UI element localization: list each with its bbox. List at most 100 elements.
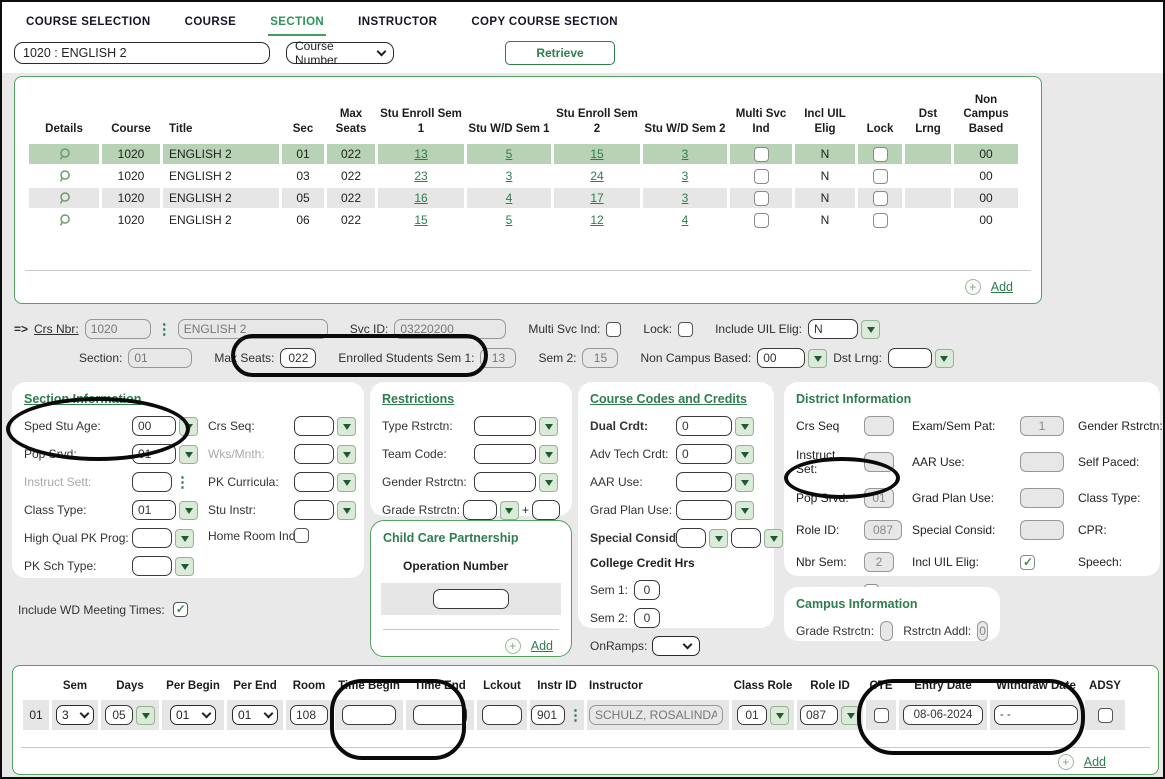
pk-sch-type-field[interactable] xyxy=(132,556,172,576)
cte-checkbox[interactable] xyxy=(874,708,889,723)
dropdown-arrow-icon[interactable] xyxy=(861,320,880,339)
dropdown-arrow-icon[interactable] xyxy=(175,529,194,548)
dropdown-arrow-icon[interactable] xyxy=(136,706,155,725)
role-id-field[interactable] xyxy=(800,705,838,725)
section-row-03[interactable]: 1020 ENGLISH 2 03 022 23 3 24 3 N 00 xyxy=(29,166,1041,186)
crs-seq-field[interactable] xyxy=(294,416,334,436)
details-magnifier-icon[interactable] xyxy=(57,213,72,228)
lock-checkbox[interactable] xyxy=(873,147,888,162)
dropdown-arrow-icon[interactable] xyxy=(764,529,783,548)
details-magnifier-icon[interactable] xyxy=(57,169,72,184)
section-row-06[interactable]: 1020 ENGLISH 2 06 022 15 5 12 4 N 00 xyxy=(29,210,1041,230)
multi-svc-checkbox[interactable] xyxy=(754,147,769,162)
dual-crdt-field[interactable] xyxy=(676,416,732,436)
dropdown-arrow-icon[interactable] xyxy=(935,349,954,368)
pop-srvd-field[interactable] xyxy=(132,444,176,464)
tab-section[interactable]: SECTION xyxy=(268,14,326,36)
add-meeting-link[interactable]: + Add xyxy=(1058,754,1106,770)
stu-wd-sem1-link[interactable]: 3 xyxy=(506,169,513,183)
dropdown-arrow-icon[interactable] xyxy=(500,501,519,520)
high-qual-pk-prog-field[interactable] xyxy=(132,528,172,548)
stu-wd-sem1-link[interactable]: 5 xyxy=(506,213,513,227)
stu-instr-field[interactable] xyxy=(294,500,334,520)
room-field[interactable] xyxy=(290,705,328,725)
dropdown-arrow-icon[interactable] xyxy=(179,445,198,464)
onramps-select[interactable] xyxy=(652,636,700,656)
instruct-sett-field[interactable] xyxy=(132,472,172,492)
withdraw-date-field[interactable] xyxy=(994,705,1078,725)
sped-stu-age-field[interactable] xyxy=(132,416,176,436)
instr-id-field[interactable] xyxy=(531,705,565,725)
adv-tech-crdt-field[interactable] xyxy=(676,444,732,464)
dropdown-arrow-icon[interactable] xyxy=(337,501,356,520)
dropdown-arrow-icon[interactable] xyxy=(337,417,356,436)
lock-checkbox[interactable] xyxy=(678,322,693,337)
team-code-field[interactable] xyxy=(474,444,536,464)
stu-wd-sem1-link[interactable]: 4 xyxy=(506,191,513,205)
dropdown-arrow-icon[interactable] xyxy=(841,706,860,725)
tab-copy-course-section[interactable]: COPY COURSE SECTION xyxy=(469,14,620,36)
lock-checkbox[interactable] xyxy=(873,169,888,184)
dropdown-arrow-icon[interactable] xyxy=(735,445,754,464)
grad-plan-use-field[interactable] xyxy=(676,500,732,520)
stu-wd-sem1-link[interactable]: 5 xyxy=(506,147,513,161)
grade-rstrctn-addl-field[interactable] xyxy=(532,500,560,520)
stu-enroll-sem2-link[interactable]: 15 xyxy=(590,147,603,161)
dropdown-arrow-icon[interactable] xyxy=(539,473,558,492)
multi-svc-checkbox[interactable] xyxy=(754,169,769,184)
dropdown-arrow-icon[interactable] xyxy=(770,706,789,725)
sem2-field[interactable] xyxy=(634,608,660,628)
dropdown-arrow-icon[interactable] xyxy=(735,473,754,492)
ellipsis-picker-icon[interactable]: ⋮ xyxy=(568,708,583,723)
class-type-field[interactable] xyxy=(132,500,176,520)
stu-enroll-sem1-link[interactable]: 15 xyxy=(414,213,427,227)
wks-mnth-field[interactable] xyxy=(294,444,334,464)
section-row-01[interactable]: 1020 ENGLISH 2 01 022 13 5 15 3 N 00 xyxy=(29,144,1041,164)
ellipsis-picker-icon[interactable]: ⋮ xyxy=(157,322,172,337)
multi-svc-checkbox[interactable] xyxy=(754,191,769,206)
dropdown-arrow-icon[interactable] xyxy=(179,501,198,520)
multi-svc-ind-checkbox[interactable] xyxy=(606,322,621,337)
gender-rstrctn-field[interactable] xyxy=(474,472,536,492)
tab-course-selection[interactable]: COURSE SELECTION xyxy=(24,14,153,36)
dropdown-arrow-icon[interactable] xyxy=(735,501,754,520)
stu-enroll-sem2-link[interactable]: 24 xyxy=(590,169,603,183)
dropdown-arrow-icon[interactable] xyxy=(709,529,728,548)
entry-date-field[interactable] xyxy=(903,705,983,725)
details-magnifier-icon[interactable] xyxy=(57,191,72,206)
dropdown-arrow-icon[interactable] xyxy=(337,473,356,492)
home-room-ind-checkbox[interactable] xyxy=(294,528,309,543)
operation-number-field[interactable] xyxy=(433,589,509,609)
stu-enroll-sem2-link[interactable]: 17 xyxy=(590,191,603,205)
stu-enroll-sem1-link[interactable]: 13 xyxy=(414,147,427,161)
dropdown-arrow-icon[interactable] xyxy=(539,445,558,464)
stu-enroll-sem2-link[interactable]: 12 xyxy=(590,213,603,227)
tab-instructor[interactable]: INSTRUCTOR xyxy=(356,14,439,36)
dropdown-arrow-icon[interactable] xyxy=(539,417,558,436)
dropdown-arrow-icon[interactable] xyxy=(179,417,198,436)
lock-checkbox[interactable] xyxy=(873,191,888,206)
aar-use-field[interactable] xyxy=(676,472,732,492)
crs-nbr-link[interactable]: Crs Nbr: xyxy=(34,322,79,336)
adsy-checkbox[interactable] xyxy=(1098,708,1113,723)
sem1-field[interactable] xyxy=(634,580,660,600)
add-section-link[interactable]: + Add xyxy=(965,279,1013,295)
stu-enroll-sem1-link[interactable]: 16 xyxy=(414,191,427,205)
dst-lrng-field[interactable] xyxy=(888,348,932,368)
stu-wd-sem2-link[interactable]: 3 xyxy=(682,191,689,205)
retrieve-button[interactable]: Retrieve xyxy=(505,41,615,65)
tab-course[interactable]: COURSE xyxy=(183,14,239,36)
section-row-05[interactable]: 1020 ENGLISH 2 05 022 16 4 17 3 N 00 xyxy=(29,188,1041,208)
type-rstrctn-field[interactable] xyxy=(474,416,536,436)
ellipsis-picker-icon[interactable]: ⋮ xyxy=(175,475,190,490)
max-seats-field[interactable] xyxy=(280,348,316,368)
stu-enroll-sem1-link[interactable]: 23 xyxy=(414,169,427,183)
lckout-field[interactable] xyxy=(482,705,522,725)
dropdown-arrow-icon[interactable] xyxy=(735,417,754,436)
dropdown-arrow-icon[interactable] xyxy=(175,557,194,576)
stu-wd-sem2-link[interactable]: 3 xyxy=(682,147,689,161)
grade-rstrctn-field[interactable] xyxy=(463,500,497,520)
non-campus-based-field[interactable] xyxy=(757,348,805,368)
special-consid-field-1[interactable] xyxy=(676,528,706,548)
course-search-input[interactable] xyxy=(14,42,270,64)
